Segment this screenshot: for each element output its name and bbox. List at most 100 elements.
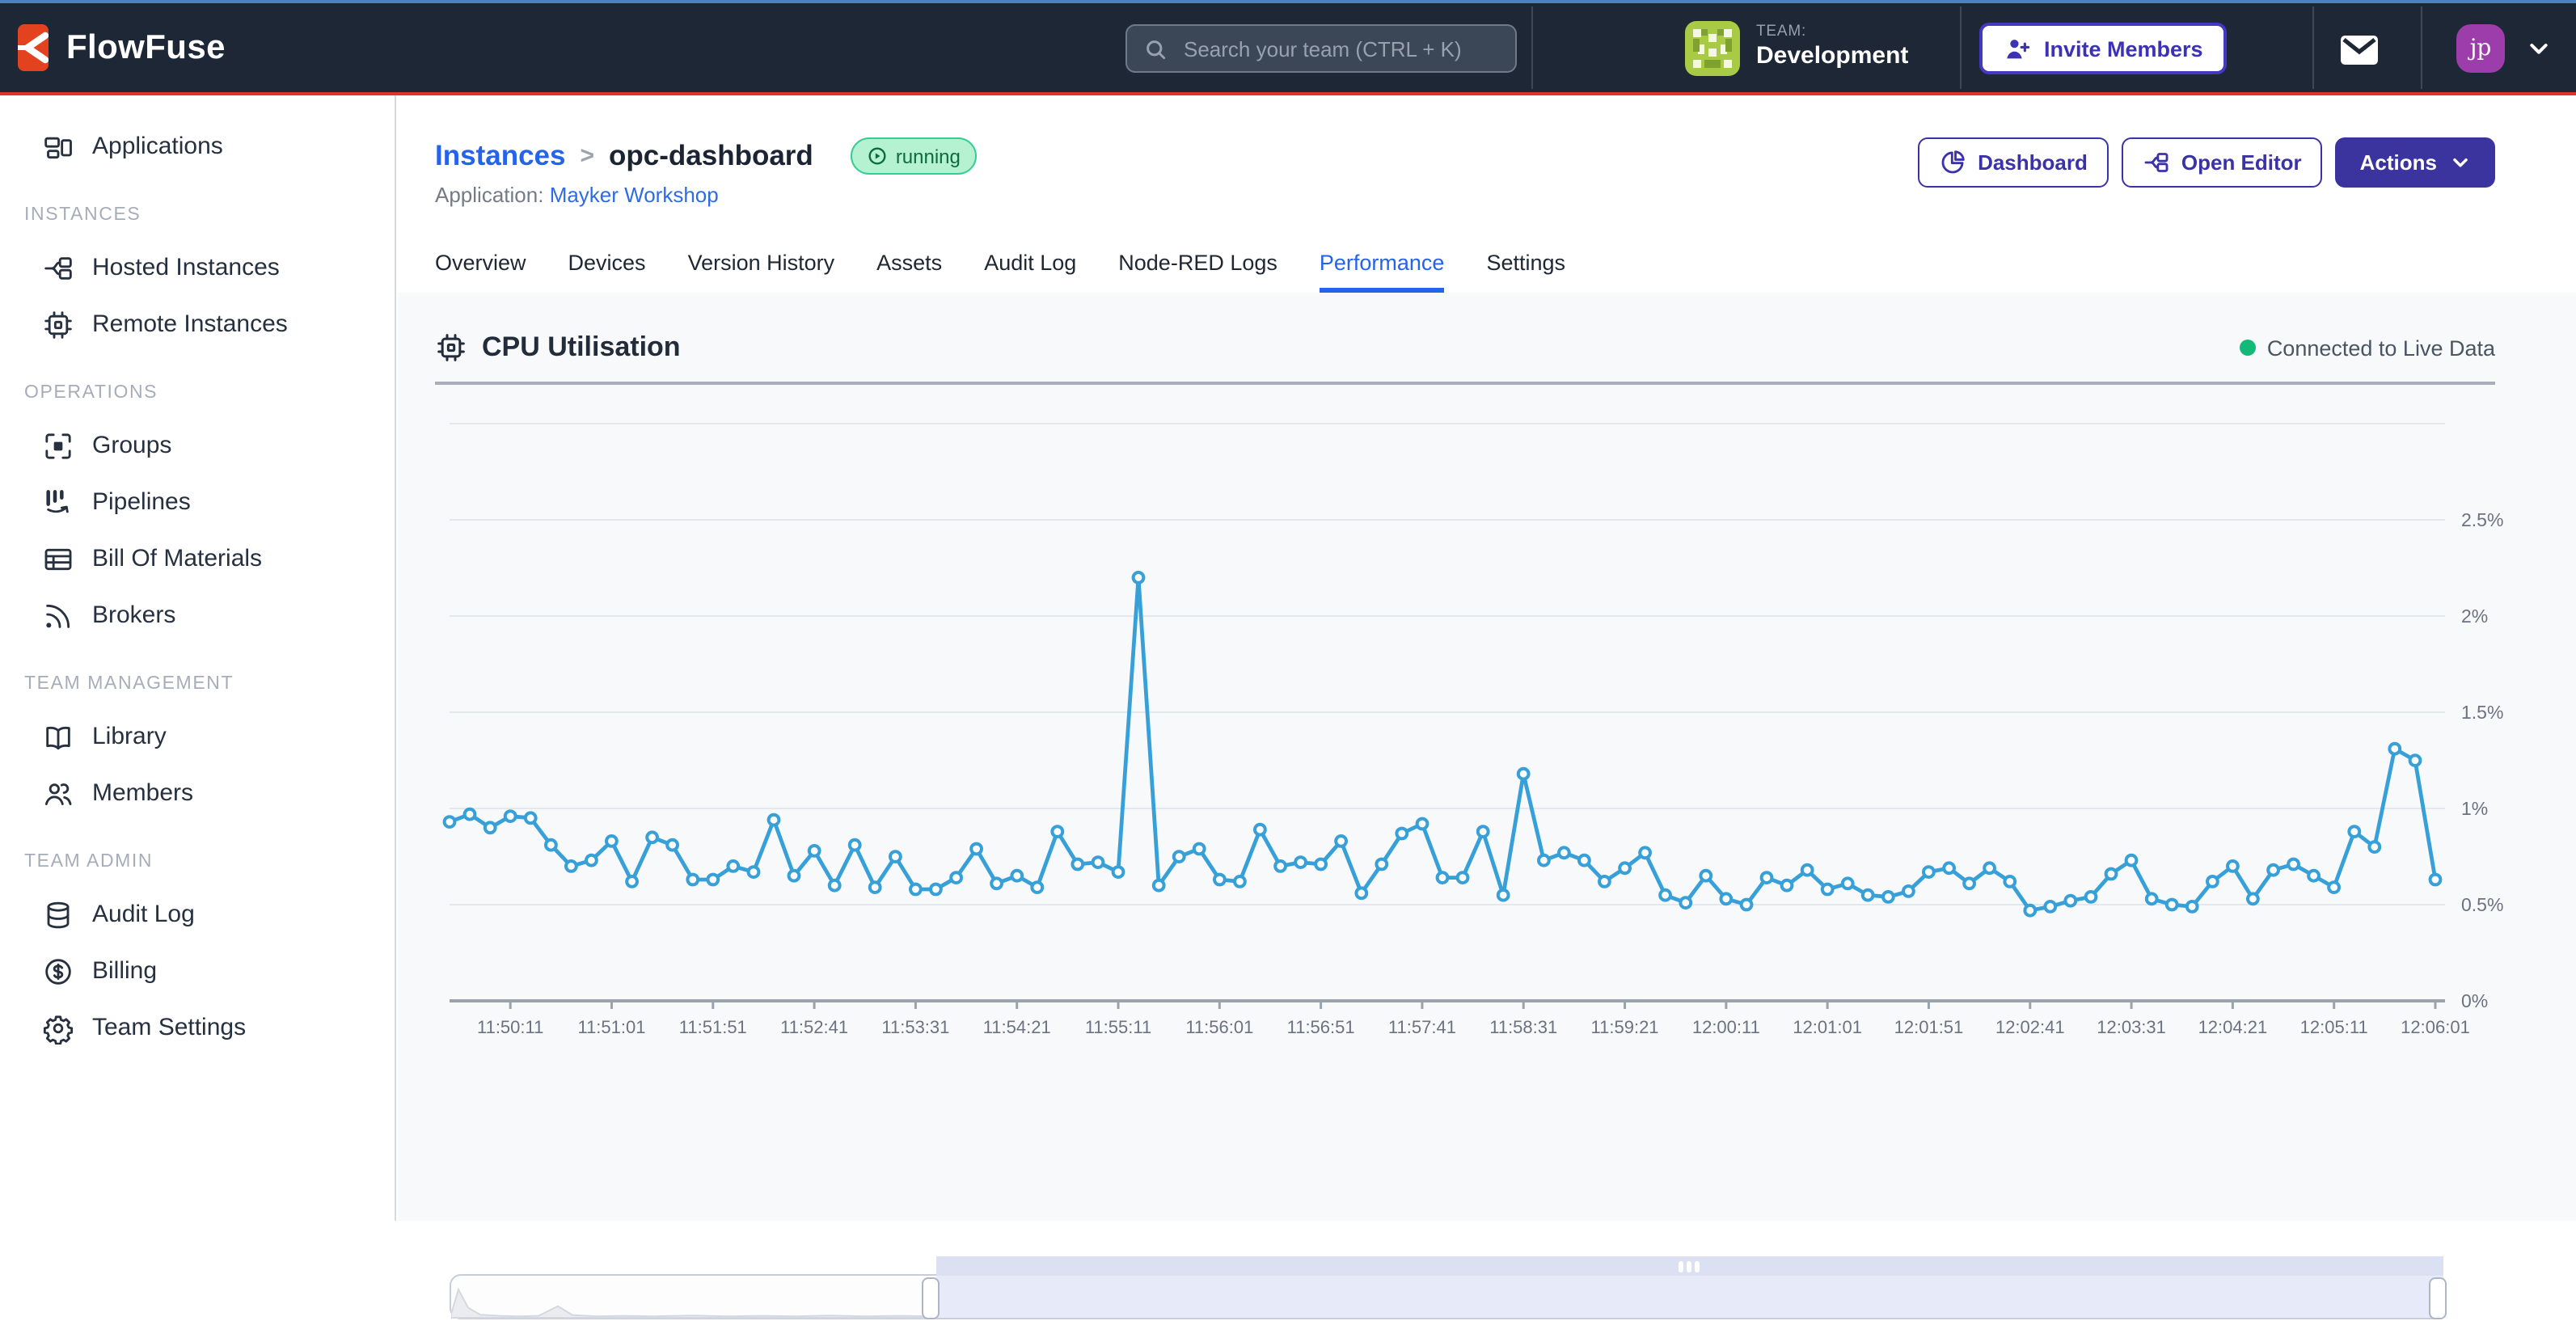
hosted-instances-icon — [42, 251, 74, 284]
chart-title: CPU Utilisation — [482, 331, 681, 364]
data-point-marker — [1478, 826, 1489, 837]
search-input[interactable] — [1180, 35, 1499, 62]
data-point-marker — [647, 832, 657, 842]
data-point-marker — [1235, 876, 1245, 887]
user-chevron-down-icon — [2526, 36, 2552, 61]
sidebar-item-label: Groups — [92, 432, 171, 459]
data-point-marker — [2147, 893, 2157, 904]
sidebar-item-billing[interactable]: Billing — [0, 943, 395, 999]
sidebar-item-members[interactable]: Members — [0, 765, 395, 821]
x-axis-tick-label: 11:56:51 — [1287, 1017, 1355, 1037]
data-point-marker — [2410, 755, 2421, 766]
x-axis-tick-label: 12:01:51 — [1894, 1017, 1964, 1037]
navbar-divider — [2312, 6, 2314, 89]
sidebar-item-audit-log[interactable]: Audit Log — [0, 886, 395, 943]
actions-button[interactable]: Actions — [2336, 137, 2495, 188]
groups-icon — [42, 429, 74, 462]
breadcrumb: Instances > opc-dashboard running — [435, 137, 977, 175]
tab-node-red-logs[interactable]: Node-RED Logs — [1118, 234, 1277, 293]
data-point-marker — [1883, 892, 1894, 902]
instance-tabs: Overview Devices Version History Assets Audi… — [398, 234, 2576, 294]
user-avatar: jp — [2456, 24, 2505, 73]
application-label: Application: — [435, 183, 543, 207]
tab-version-history[interactable]: Version History — [688, 234, 835, 293]
data-point-marker — [1376, 859, 1387, 870]
sidebar-item-remote-instances[interactable]: Remote Instances — [0, 296, 395, 352]
sidebar-item-library[interactable]: Library — [0, 708, 395, 765]
sidebar-item-pipelines[interactable]: Pipelines — [0, 474, 395, 530]
data-point-marker — [2389, 744, 2400, 754]
cpu-chip-icon — [435, 331, 467, 364]
open-editor-button-label: Open Editor — [2181, 150, 2302, 175]
x-axis-tick-label: 11:57:41 — [1388, 1017, 1456, 1037]
data-point-marker — [769, 815, 779, 825]
dashboard-button[interactable]: Dashboard — [1918, 137, 2109, 188]
data-point-marker — [2288, 859, 2299, 870]
cpu-utilisation-chart: 0%0.5%1%1.5%2%2.5%11:50:1111:51:0111:51:… — [398, 419, 2576, 1066]
data-point-marker — [2228, 861, 2238, 872]
data-point-marker — [931, 884, 941, 895]
data-point-marker — [870, 882, 880, 893]
minimap-selection[interactable] — [936, 1256, 2443, 1318]
x-axis-tick-label: 12:01:01 — [1793, 1017, 1862, 1037]
data-point-marker — [687, 875, 698, 885]
tab-audit-log[interactable]: Audit Log — [984, 234, 1076, 293]
data-point-marker — [1113, 867, 1124, 877]
sidebar-item-bill-of-materials[interactable]: Bill Of Materials — [0, 530, 395, 587]
data-point-marker — [971, 844, 982, 855]
data-point-marker — [2430, 875, 2441, 885]
sidebar-item-team-settings[interactable]: Team Settings — [0, 999, 395, 1056]
data-point-marker — [1032, 882, 1042, 893]
tab-assets[interactable]: Assets — [876, 234, 942, 293]
tab-performance[interactable]: Performance — [1320, 234, 1445, 293]
sidebar-item-applications[interactable]: Applications — [0, 118, 395, 175]
team-search[interactable] — [1125, 24, 1517, 73]
library-icon — [42, 720, 74, 753]
y-axis-tick-label: 0.5% — [2461, 894, 2503, 915]
drag-handle-icon[interactable] — [1679, 1261, 1699, 1272]
tab-devices[interactable]: Devices — [568, 234, 646, 293]
data-point-marker — [667, 840, 678, 850]
tab-overview[interactable]: Overview — [435, 234, 526, 293]
data-point-marker — [1822, 884, 1833, 895]
open-editor-button[interactable]: Open Editor — [2122, 137, 2323, 188]
data-point-marker — [2268, 865, 2278, 876]
breadcrumb-instances-link[interactable]: Instances — [435, 139, 565, 173]
sidebar-section-instances: INSTANCES — [0, 175, 395, 239]
tab-settings[interactable]: Settings — [1486, 234, 1565, 293]
sidebar-item-hosted-instances[interactable]: Hosted Instances — [0, 239, 395, 296]
data-point-marker — [1984, 863, 1995, 873]
header-buttons: Dashboard Open Editor Actions — [1918, 137, 2495, 188]
breadcrumb-separator: > — [580, 142, 594, 170]
mail-icon[interactable] — [2338, 31, 2380, 70]
data-point-marker — [749, 867, 759, 877]
application-link[interactable]: Mayker Workshop — [550, 183, 719, 207]
live-status-dot — [2240, 340, 2256, 356]
status-badge-label: running — [896, 145, 961, 167]
chart-minimap[interactable] — [450, 1274, 2445, 1319]
data-point-marker — [1295, 857, 1306, 867]
user-menu[interactable]: jp — [2456, 24, 2552, 73]
data-point-marker — [1640, 847, 1650, 858]
data-point-marker — [2167, 900, 2177, 910]
data-point-marker — [2369, 842, 2380, 852]
flowfuse-logo[interactable]: FlowFuse — [0, 24, 226, 71]
minimap-unselected-series — [451, 1289, 936, 1318]
sidebar-item-groups[interactable]: Groups — [0, 417, 395, 474]
brokers-icon — [42, 599, 74, 631]
x-axis-tick-label: 11:59:21 — [1591, 1017, 1659, 1037]
minimap-right-handle[interactable] — [2429, 1277, 2447, 1319]
minimap-left-handle[interactable] — [922, 1277, 940, 1319]
data-point-marker — [606, 836, 617, 846]
data-point-marker — [809, 846, 820, 856]
y-axis-tick-label: 1.5% — [2461, 702, 2503, 723]
data-point-marker — [951, 872, 961, 883]
y-axis-tick-label: 1% — [2461, 798, 2488, 819]
data-point-marker — [1356, 888, 1366, 898]
data-point-marker — [445, 817, 455, 827]
invite-members-button[interactable]: Invite Members — [1979, 23, 2228, 74]
performance-panel: CPU Utilisation Connected to Live Data 0… — [398, 293, 2576, 1221]
sidebar-item-label: Bill Of Materials — [92, 545, 262, 572]
data-point-marker — [1518, 769, 1529, 779]
sidebar-item-brokers[interactable]: Brokers — [0, 587, 395, 644]
